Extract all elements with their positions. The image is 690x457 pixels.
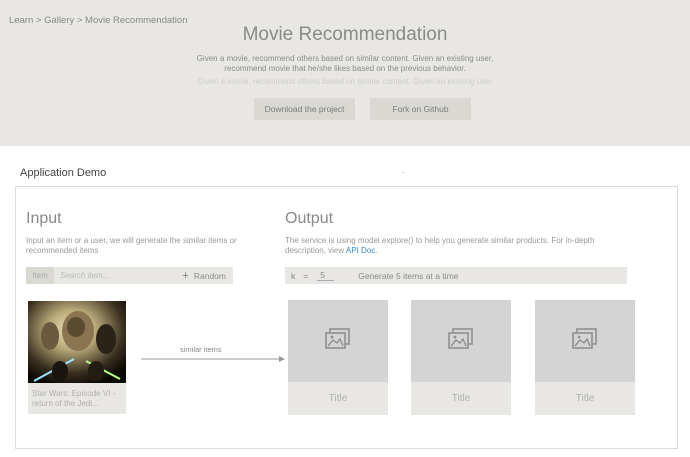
image-icon bbox=[572, 327, 598, 355]
result-image bbox=[288, 300, 388, 382]
result-title: Title bbox=[575, 393, 595, 404]
api-doc-link[interactable]: API Doc bbox=[346, 246, 375, 255]
movie-poster bbox=[28, 301, 126, 383]
output-description-end: . bbox=[375, 246, 378, 255]
output-description-text: The service is using model.explore() to … bbox=[285, 236, 595, 255]
k-equals: = bbox=[303, 270, 309, 281]
page-description: Given a movie, recommend others based on… bbox=[196, 54, 494, 73]
plus-icon: + bbox=[182, 269, 189, 282]
k-input[interactable]: 5 bbox=[317, 270, 335, 281]
random-button[interactable]: + Random bbox=[182, 270, 226, 282]
image-icon bbox=[448, 327, 474, 355]
divider-mark: - bbox=[402, 168, 405, 177]
arrow-right-icon bbox=[141, 351, 287, 369]
hero-banner: Learn > Gallery > Movie Recommendation M… bbox=[0, 0, 690, 146]
output-description: The service is using model.explore() to … bbox=[285, 236, 635, 256]
page-title: Movie Recommendation bbox=[242, 24, 448, 45]
result-image bbox=[411, 300, 511, 382]
movie-caption: Star Wars: Episode VI - return of the Je… bbox=[32, 389, 116, 408]
random-label: Random bbox=[193, 270, 226, 281]
result-title: Title bbox=[328, 393, 348, 404]
fork-github-button[interactable]: Fork on Github bbox=[370, 98, 471, 120]
download-project-button[interactable]: Download the project bbox=[254, 98, 355, 120]
item-type-tag[interactable]: Item bbox=[26, 267, 54, 284]
result-card[interactable]: Title bbox=[411, 300, 511, 415]
k-label: k bbox=[291, 270, 296, 281]
input-description: Input an item or a user, we will generat… bbox=[26, 236, 237, 255]
generate-text: Generate 5 items at a time bbox=[358, 270, 459, 281]
k-control-bar: k = 5 Generate 5 items at a time bbox=[285, 267, 627, 284]
selected-movie-card[interactable]: Star Wars: Episode VI - return of the Je… bbox=[28, 301, 126, 414]
section-title: Application Demo bbox=[20, 167, 107, 179]
item-search-bar: Item Search item... + Random bbox=[26, 267, 233, 284]
faded-description: Given a movie, recommend others based on… bbox=[197, 77, 493, 86]
search-input[interactable]: Search item... bbox=[60, 271, 182, 280]
result-image bbox=[535, 300, 635, 382]
input-heading: Input bbox=[26, 210, 62, 227]
result-card[interactable]: Title bbox=[288, 300, 388, 415]
image-icon bbox=[325, 327, 351, 355]
output-heading: Output bbox=[285, 210, 334, 227]
result-title: Title bbox=[451, 393, 471, 404]
result-card[interactable]: Title bbox=[535, 300, 635, 415]
